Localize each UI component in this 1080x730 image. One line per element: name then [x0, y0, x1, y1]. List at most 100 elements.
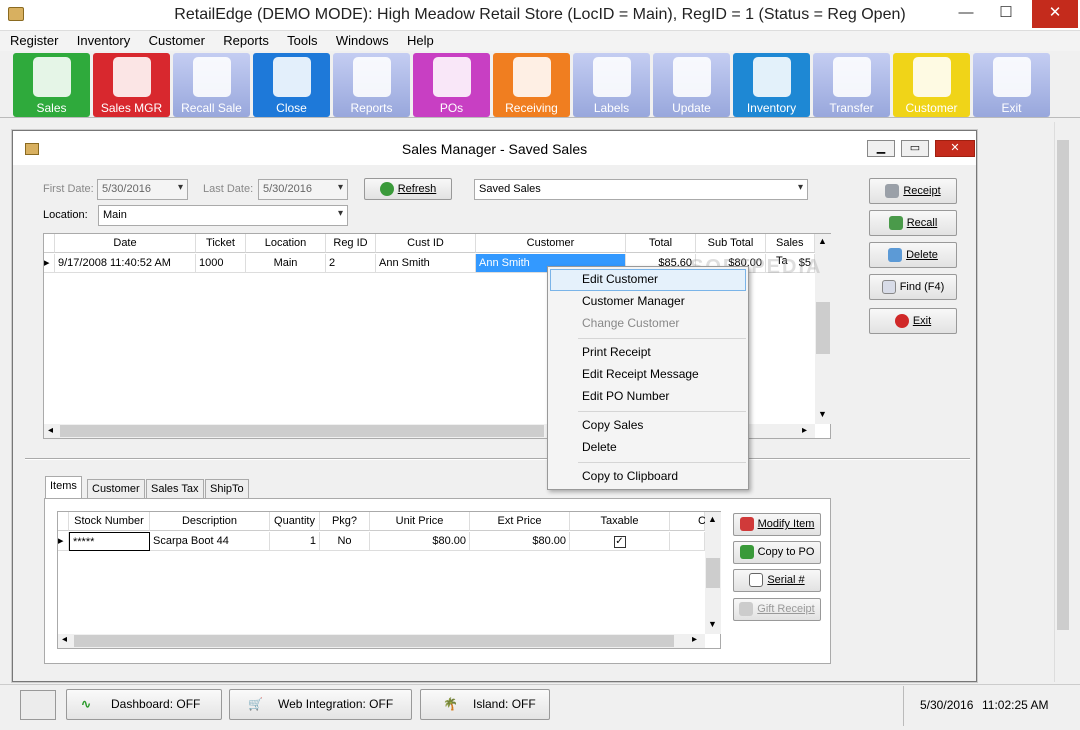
tab-sales-tax[interactable]: Sales Tax [146, 479, 204, 498]
minimize-button[interactable]: — [950, 0, 982, 28]
col-header-total[interactable]: Total [626, 234, 696, 253]
tab-shipto[interactable]: ShipTo [205, 479, 249, 498]
menu-inventory[interactable]: Inventory [67, 31, 135, 48]
col-header-taxable[interactable]: Taxable [570, 512, 670, 531]
gift-receipt-button[interactable]: Gift Receipt [733, 598, 821, 621]
toolbar-receiving-button[interactable]: Receiving [493, 53, 570, 117]
receipt-button[interactable]: Receipt [869, 178, 957, 204]
menu-print-receipt[interactable]: Print Receipt [582, 345, 651, 359]
inner-restore-button[interactable]: ▭ [901, 140, 929, 157]
items-grid-vthumb[interactable] [706, 558, 720, 588]
location-select[interactable]: Main ▾ [98, 205, 348, 226]
register-drawer-icon[interactable] [20, 690, 56, 720]
col-header-description[interactable]: Description [150, 512, 270, 531]
item-description-cell[interactable]: Scarpa Boot 44 [150, 532, 270, 551]
items-scroll-down-icon[interactable]: ▼ [708, 619, 717, 629]
scroll-left-icon[interactable]: ◂ [48, 425, 53, 436]
col-header-unit-price[interactable]: Unit Price [370, 512, 470, 531]
scroll-right-icon[interactable]: ▸ [802, 425, 807, 436]
items-grid-hthumb[interactable] [74, 635, 674, 647]
exit-button[interactable]: Exit [869, 308, 957, 334]
serial-button[interactable]: Serial # [733, 569, 821, 592]
menu-register[interactable]: Register [0, 31, 63, 48]
refresh-button[interactable]: Refresh [364, 178, 452, 200]
recall-button[interactable]: Recall [869, 210, 957, 236]
col-header-subtotal[interactable]: Sub Total [696, 234, 766, 253]
col-header-sales-tax[interactable]: Sales Ta [766, 234, 815, 267]
items-scroll-up-icon[interactable]: ▲ [708, 514, 717, 524]
mdi-scroll-thumb[interactable] [1057, 140, 1069, 630]
col-header-pkg[interactable]: Pkg? [320, 512, 370, 531]
items-scroll-left-icon[interactable]: ◂ [62, 634, 67, 645]
toolbar-inventory-button[interactable]: Inventory [733, 53, 810, 117]
menu-tools[interactable]: Tools [277, 31, 322, 48]
toolbar-labels-button[interactable]: Labels [573, 53, 650, 117]
items-scroll-right-icon[interactable]: ▸ [692, 634, 697, 645]
menu-reports[interactable]: Reports [213, 31, 274, 48]
toolbar-reports-button[interactable]: Reports [333, 53, 410, 117]
maximize-button[interactable]: ☐ [990, 0, 1022, 28]
first-date-picker[interactable]: 5/30/2016 ▾ [97, 179, 188, 200]
delete-button[interactable]: Delete [869, 242, 957, 268]
menu-change-customer[interactable]: Change Customer [582, 316, 679, 330]
last-date-picker[interactable]: 5/30/2016 ▾ [258, 179, 348, 200]
island-toggle[interactable]: 🌴 Island: OFF [420, 689, 550, 720]
sales-grid-hthumb[interactable] [60, 425, 544, 437]
menu-customer-manager[interactable]: Customer Manager [582, 294, 685, 308]
modify-item-button[interactable]: Modify Item [733, 513, 821, 536]
web-integration-toggle[interactable]: 🛒 Web Integration: OFF [229, 689, 412, 720]
toolbar-recall-sale-button[interactable]: Recall Sale [173, 53, 250, 117]
item-ext-price-cell[interactable]: $80.00 [470, 532, 570, 551]
dashboard-toggle[interactable]: ∿ Dashboard: OFF [66, 689, 222, 720]
col-header-c[interactable]: C [670, 512, 706, 531]
toolbar-sales-mgr-button[interactable]: Sales MGR [93, 53, 170, 117]
toolbar-update-button[interactable]: Update [653, 53, 730, 117]
menu-help[interactable]: Help [397, 31, 439, 48]
toolbar-transfer-button[interactable]: Transfer [813, 53, 890, 117]
item-stock-number-cell[interactable]: ***** [69, 532, 150, 551]
inner-close-button[interactable]: ✕ [935, 140, 975, 157]
col-header-ext-price[interactable]: Ext Price [470, 512, 570, 531]
col-header-reg-id[interactable]: Reg ID [326, 234, 376, 253]
col-header-ticket[interactable]: Ticket [196, 234, 246, 253]
scroll-up-icon[interactable]: ▲ [818, 236, 827, 246]
inner-minimize-button[interactable]: ▁ [867, 140, 895, 157]
col-header-customer[interactable]: Customer [476, 234, 626, 253]
item-quantity-cell[interactable]: 1 [270, 532, 320, 551]
col-header-date[interactable]: Date [55, 234, 196, 253]
copy-to-po-button[interactable]: Copy to PO [733, 541, 821, 564]
col-header-stock-number[interactable]: Stock Number [69, 512, 150, 531]
item-taxable-cell[interactable]: ✓ [570, 532, 670, 551]
taxable-checkbox[interactable]: ✓ [613, 536, 626, 548]
menu-copy-to-clipboard[interactable]: Copy to Clipboard [582, 469, 678, 483]
item-pkg-cell[interactable]: No [320, 532, 370, 551]
close-button[interactable]: ✕ [1032, 0, 1078, 28]
find-button[interactable]: Find (F4) [869, 274, 957, 300]
toolbar-exit-button[interactable]: Exit [973, 53, 1050, 117]
menu-customer[interactable]: Customer [139, 31, 210, 48]
sales-grid-vthumb[interactable] [816, 302, 830, 354]
menu-delete[interactable]: Delete [582, 440, 617, 454]
col-header-location[interactable]: Location [246, 234, 326, 253]
toolbar-sales-button[interactable]: Sales [13, 53, 90, 117]
item-c-cell[interactable] [670, 532, 705, 551]
sale-reg-id-cell[interactable]: 2 [326, 254, 376, 273]
item-unit-price-cell[interactable]: $80.00 [370, 532, 470, 551]
scroll-down-icon[interactable]: ▼ [818, 409, 827, 419]
view-select[interactable]: Saved Sales ▾ [474, 179, 808, 200]
sale-cust-id-cell[interactable]: Ann Smith [376, 254, 476, 273]
menu-edit-po-number[interactable]: Edit PO Number [582, 389, 669, 403]
toolbar-customer-button[interactable]: Customer [893, 53, 970, 117]
tab-items[interactable]: Items [45, 476, 82, 499]
tab-customer[interactable]: Customer [87, 479, 145, 498]
menu-edit-receipt-message[interactable]: Edit Receipt Message [582, 367, 699, 381]
col-header-quantity[interactable]: Quantity [270, 512, 320, 531]
col-header-cust-id[interactable]: Cust ID [376, 234, 476, 253]
menu-windows[interactable]: Windows [326, 31, 394, 48]
menu-copy-sales[interactable]: Copy Sales [582, 418, 643, 432]
toolbar-pos-button[interactable]: POs [413, 53, 490, 117]
menu-edit-customer[interactable]: Edit Customer [582, 272, 658, 286]
sale-date-cell[interactable]: 9/17/2008 11:40:52 AM [55, 254, 196, 273]
sale-location-cell[interactable]: Main [246, 254, 326, 273]
sale-ticket-cell[interactable]: 1000 [196, 254, 246, 273]
